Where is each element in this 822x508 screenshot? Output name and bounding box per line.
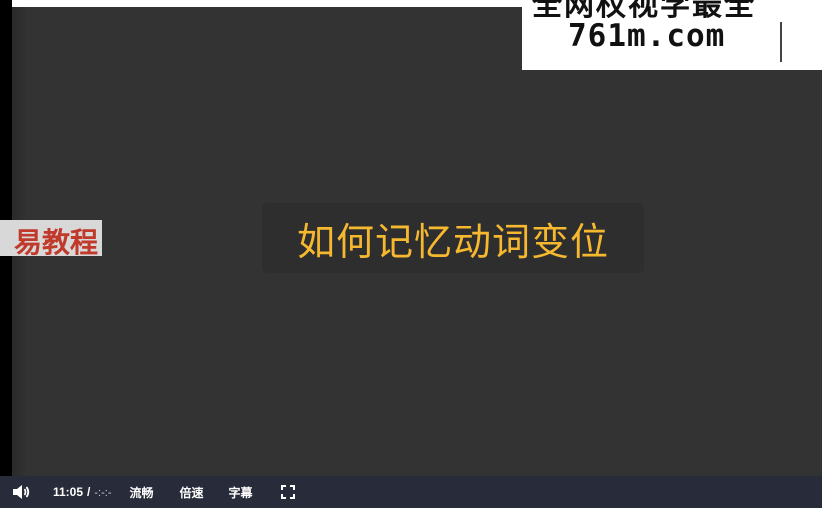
speaker-icon[interactable] bbox=[11, 482, 31, 502]
control-bar: 11:05/-:-:- 流畅 倍速 字幕 bbox=[0, 476, 822, 508]
side-label: 易教程 bbox=[0, 220, 102, 256]
current-time: 11:05 bbox=[53, 485, 84, 499]
watermark-domain: 761m.com bbox=[568, 18, 726, 54]
title-overlay: 如何记忆动词变位 bbox=[262, 203, 644, 273]
top-white-strip bbox=[12, 0, 522, 7]
side-label-text: 易教程 bbox=[13, 226, 98, 256]
subtitle-button[interactable]: 字幕 bbox=[229, 484, 253, 501]
watermark: 全网权视学最全 761m.com bbox=[522, 0, 822, 70]
title-overlay-text: 如何记忆动词变位 bbox=[296, 219, 609, 264]
time-display: 11:05/-:-:- bbox=[53, 485, 111, 499]
speed-button[interactable]: 倍速 bbox=[180, 484, 204, 501]
quality-button[interactable]: 流畅 bbox=[129, 484, 153, 501]
fullscreen-icon[interactable] bbox=[280, 485, 295, 499]
watermark-divider bbox=[780, 22, 782, 62]
time-separator: / bbox=[87, 485, 91, 499]
duration: -:-:- bbox=[94, 487, 112, 499]
video-player[interactable]: 全网权视学最全 761m.com 易教程 如何记忆动词变位 11:05/-:-:… bbox=[0, 0, 822, 508]
